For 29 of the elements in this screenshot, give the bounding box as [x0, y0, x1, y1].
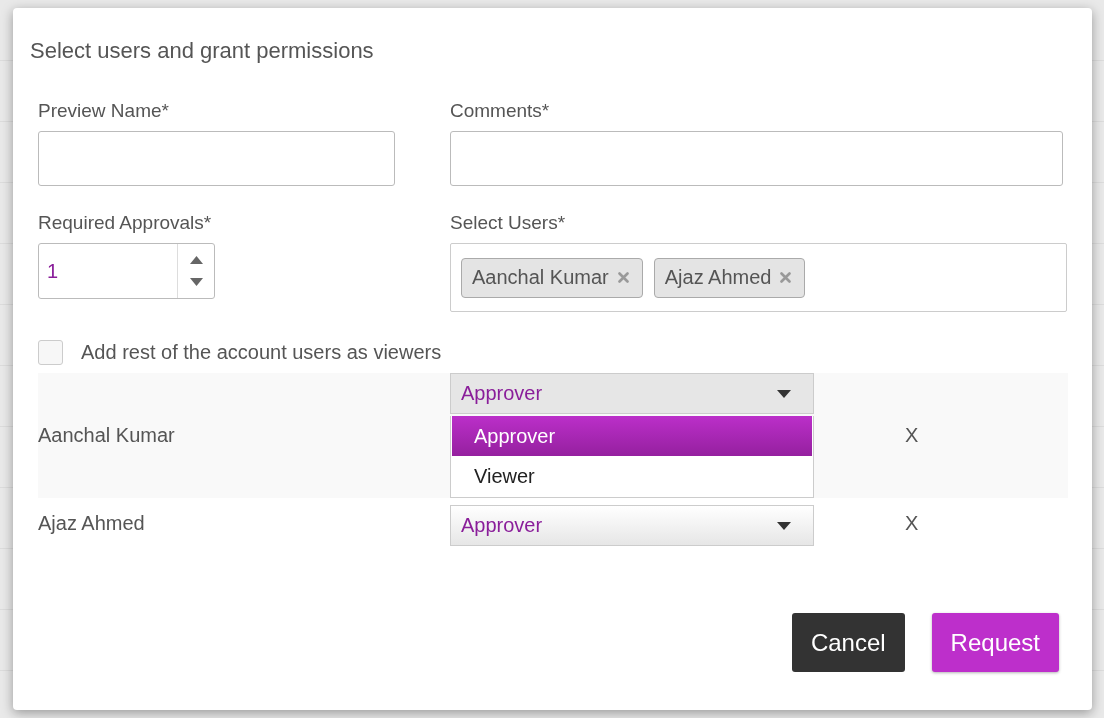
- caret-icon: [777, 389, 791, 398]
- user-chip[interactable]: Aanchal Kumar: [461, 257, 643, 298]
- user-name: Ajaz Ahmed: [38, 511, 146, 535]
- role-select[interactable]: Approver: [450, 373, 814, 414]
- field-label: Comments*: [450, 100, 551, 122]
- field-label: Select Users*: [450, 212, 567, 234]
- remove-user-button[interactable]: X: [814, 424, 919, 447]
- up-arrow-icon[interactable]: [189, 256, 203, 264]
- preview-name-field[interactable]: [38, 131, 395, 186]
- checkbox-label: Add rest of the account users as viewers: [81, 341, 442, 364]
- field-label: Required Approvals*: [38, 212, 213, 234]
- remove-icon[interactable]: [617, 272, 629, 283]
- request-button[interactable]: Request: [931, 613, 1059, 672]
- cancel-button[interactable]: Cancel: [791, 613, 905, 672]
- caret-icon: [777, 521, 791, 530]
- number-field[interactable]: 1: [38, 243, 215, 299]
- user-name: Aanchal Kumar: [38, 424, 176, 447]
- checkbox[interactable]: [38, 340, 63, 365]
- dropdown-option[interactable]: Approver: [452, 416, 812, 456]
- user-chip[interactable]: Ajaz Ahmed: [653, 257, 806, 298]
- down-arrow-icon[interactable]: [189, 278, 203, 286]
- user-select-field[interactable]: Aanchal Kumar Ajaz Ahmed: [450, 243, 1067, 312]
- comments-field[interactable]: [450, 131, 1063, 186]
- remove-user-button[interactable]: X: [814, 511, 919, 535]
- field-label: Preview Name*: [38, 100, 170, 122]
- role-select[interactable]: Approver: [450, 505, 814, 546]
- dialog-title: Select users and grant permissions: [30, 38, 375, 64]
- dropdown-option[interactable]: Viewer: [452, 456, 812, 496]
- remove-icon[interactable]: [780, 272, 792, 283]
